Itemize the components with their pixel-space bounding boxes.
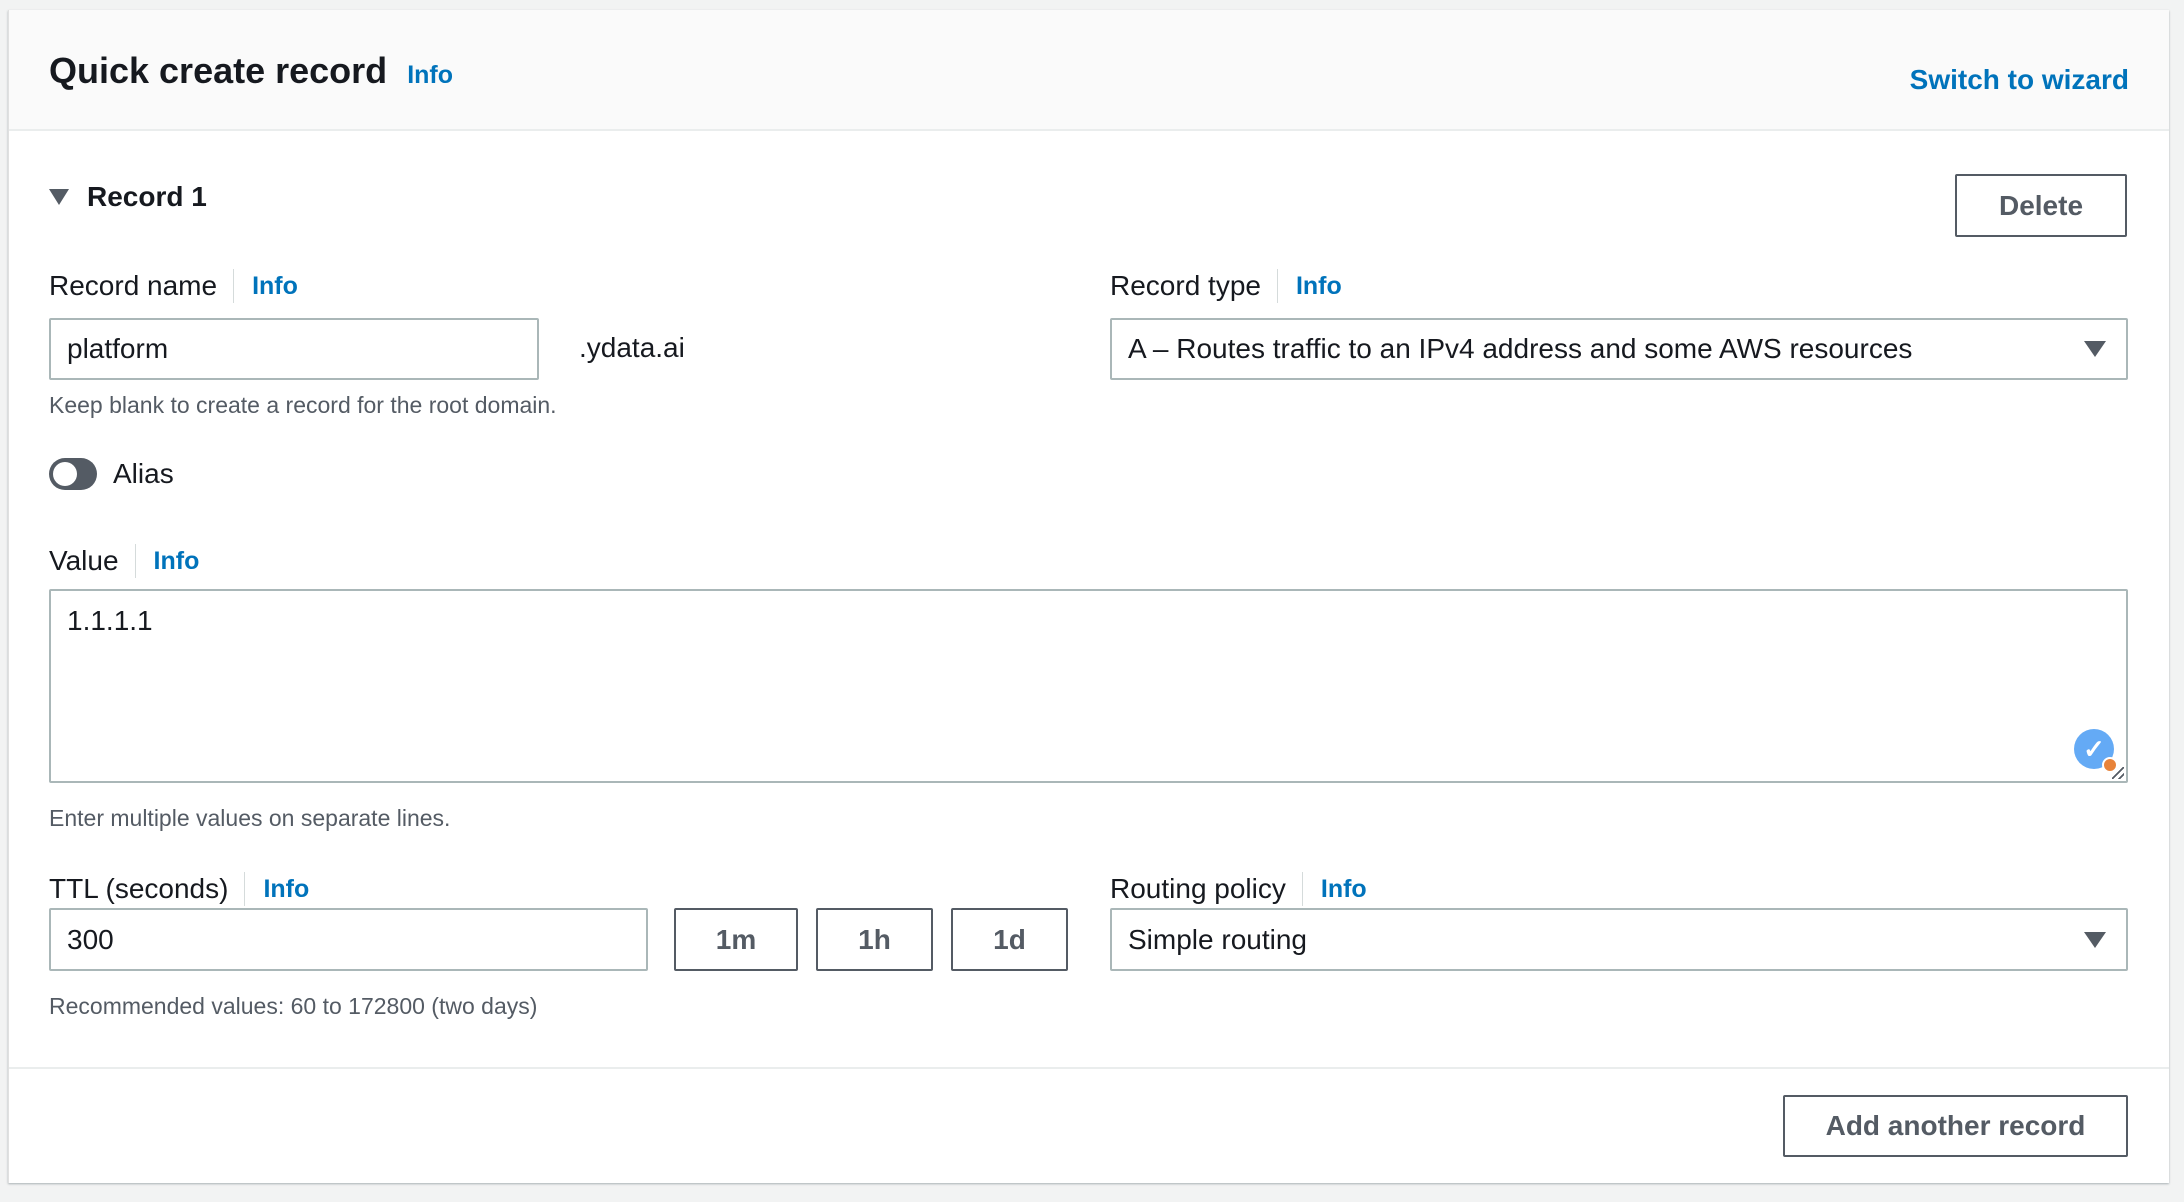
title-info-link[interactable]: Info [407, 61, 453, 89]
value-info-link[interactable]: Info [154, 547, 200, 576]
ttl-1m-button[interactable]: 1m [674, 908, 798, 971]
value-help: Enter multiple values on separate lines. [49, 805, 451, 831]
toggle-switch[interactable] [49, 458, 97, 490]
record-name-help: Keep blank to create a record for the ro… [49, 392, 557, 418]
panel-header: Quick create record Info Switch to wizar… [9, 10, 2169, 131]
record-name-input[interactable]: platform [49, 318, 539, 380]
caret-down-icon [49, 189, 69, 205]
record-type-select[interactable]: A – Routes traffic to an IPv4 address an… [1110, 318, 2128, 380]
quick-create-panel: Quick create record Info Switch to wizar… [8, 10, 2169, 1183]
dropdown-caret-icon [2084, 341, 2106, 357]
domain-suffix: .ydata.ai [579, 332, 685, 363]
delete-button[interactable]: Delete [1955, 174, 2127, 237]
alias-toggle[interactable]: Alias [49, 458, 174, 490]
switch-to-wizard-link[interactable]: Switch to wizard [1910, 64, 2129, 96]
record-type-info-link[interactable]: Info [1296, 272, 1342, 301]
ttl-info-link[interactable]: Info [263, 875, 309, 904]
value-label: Value Info [49, 544, 200, 578]
record-type-label: Record type Info [1110, 269, 1342, 303]
routing-policy-select[interactable]: Simple routing [1110, 908, 2128, 971]
check-badge-icon: ✓ [2074, 729, 2118, 773]
ttl-1d-button[interactable]: 1d [951, 908, 1068, 971]
value-textarea[interactable]: 1.1.1.1 ✓ [49, 589, 2128, 783]
page-title: Quick create record Info [49, 50, 454, 91]
ttl-help: Recommended values: 60 to 172800 (two da… [49, 993, 538, 1019]
record-section-toggle[interactable]: Record 1 [49, 181, 207, 213]
record-name-info-link[interactable]: Info [252, 272, 298, 301]
ttl-label: TTL (seconds) Info [49, 872, 310, 906]
routing-policy-label: Routing policy Info [1110, 872, 1367, 906]
resize-handle-icon[interactable] [2112, 767, 2124, 779]
footer-divider [9, 1067, 2169, 1069]
routing-info-link[interactable]: Info [1321, 875, 1367, 904]
ttl-1h-button[interactable]: 1h [816, 908, 933, 971]
record-name-label: Record name Info [49, 269, 298, 303]
ttl-input[interactable]: 300 [49, 908, 648, 971]
add-another-record-button[interactable]: Add another record [1783, 1095, 2128, 1157]
dropdown-caret-icon [2084, 931, 2106, 948]
